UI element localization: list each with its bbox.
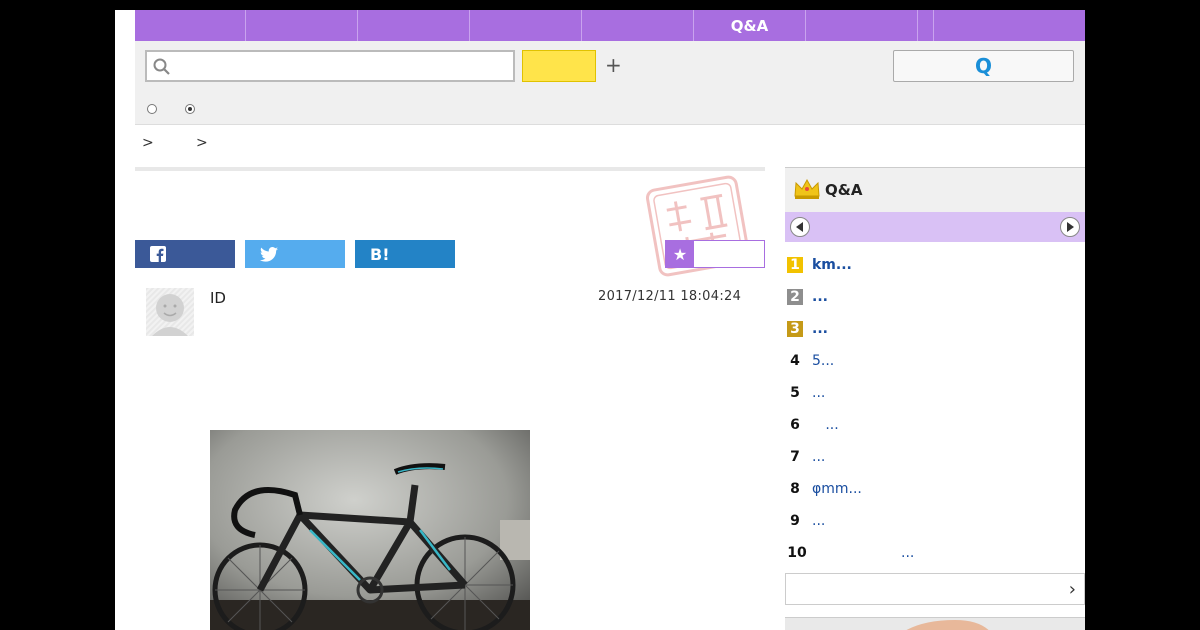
ranking-item-9[interactable]: 9... — [785, 510, 1085, 542]
twitter-share-button[interactable] — [245, 240, 345, 268]
rank-number: 3 — [787, 321, 803, 337]
hatena-label: B! — [370, 244, 390, 264]
rank-number: 4 — [790, 353, 800, 369]
favorite-button[interactable]: ★ — [665, 240, 765, 268]
radio-option-1[interactable] — [147, 104, 157, 114]
radio-option-2[interactable] — [185, 104, 195, 114]
rank-number: 10 — [787, 545, 807, 561]
rank-number: 5 — [790, 385, 800, 401]
facebook-share-button[interactable] — [135, 240, 235, 268]
nav-item-qa[interactable]: Q&A — [694, 10, 806, 41]
nav-item-9[interactable] — [934, 10, 1085, 41]
nav-item-4[interactable] — [470, 10, 582, 41]
bicycle-photo[interactable] — [210, 430, 530, 630]
ranking-more-button[interactable]: › — [785, 573, 1085, 605]
nav-item-3[interactable] — [358, 10, 470, 41]
nav-item-8[interactable] — [918, 10, 934, 41]
ask-question-button[interactable]: Q — [893, 50, 1074, 82]
rank-number: 9 — [790, 513, 800, 529]
search-submit-button[interactable] — [522, 50, 596, 82]
chevron-right-icon: › — [1068, 579, 1076, 600]
rank-link[interactable]: ... — [812, 289, 828, 305]
avatar — [146, 288, 194, 336]
rank-link[interactable]: ... — [812, 513, 825, 529]
ranking-item-3[interactable]: 3... — [785, 318, 1085, 350]
breadcrumb-separator: > — [142, 135, 154, 151]
twitter-bird-icon — [260, 246, 278, 262]
rank-link[interactable]: ... — [812, 321, 828, 337]
nav-item-7[interactable] — [806, 10, 918, 41]
qa-ranking-panel: Q&A 1 km... 2... 3... 4 5... 5... 6 ... 7.… — [785, 167, 1085, 630]
nav-item-5[interactable] — [582, 10, 694, 41]
facebook-icon — [150, 246, 166, 262]
post-timestamp: 2017/12/11 18:04:24 — [598, 289, 742, 304]
rank-number: 6 — [790, 417, 800, 433]
ad-banner[interactable] — [785, 617, 1085, 630]
hatena-bookmark-button[interactable]: B! — [355, 240, 455, 268]
rank-link[interactable]: ... — [812, 417, 838, 433]
user-id: ID — [210, 289, 226, 307]
ranking-item-2[interactable]: 2... — [785, 286, 1085, 318]
top-nav: Q&A — [135, 10, 1085, 41]
ranking-title: Q&A — [825, 181, 863, 199]
search-bar: + Q — [135, 41, 1085, 125]
rank-number: 2 — [787, 289, 803, 305]
ad-image — [906, 620, 989, 630]
search-icon — [153, 58, 170, 75]
search-box — [145, 50, 515, 82]
ranking-item-1[interactable]: 1 km... — [785, 254, 1085, 286]
divider — [135, 167, 765, 171]
triangle-left-icon — [796, 222, 803, 232]
rank-number: 8 — [790, 481, 800, 497]
ranking-header: Q&A — [785, 167, 1085, 212]
rank-link[interactable]: ... — [812, 545, 914, 561]
next-arrow-button[interactable] — [1060, 217, 1080, 237]
rank-link[interactable]: ... — [812, 449, 825, 465]
ranking-item-4[interactable]: 4 5... — [785, 350, 1085, 382]
ranking-item-5[interactable]: 5... — [785, 382, 1085, 414]
rank-link[interactable]: 5... — [812, 353, 834, 369]
nav-item-1[interactable] — [135, 10, 246, 41]
plus-icon[interactable]: + — [605, 55, 622, 75]
rank-link[interactable]: ... — [812, 385, 825, 401]
star-icon: ★ — [666, 241, 694, 267]
ranking-item-8[interactable]: 8 φmm... — [785, 478, 1085, 510]
breadcrumb-separator: > — [196, 135, 208, 151]
rank-link[interactable]: φmm... — [812, 481, 862, 497]
ranking-list: 1 km... 2... 3... 4 5... 5... 6 ... 7... 8… — [785, 254, 1085, 574]
nav-item-2[interactable] — [246, 10, 358, 41]
crown-icon — [794, 178, 820, 199]
triangle-right-icon — [1067, 222, 1074, 232]
rank-link[interactable]: km... — [812, 257, 852, 273]
rank-number: 7 — [790, 449, 800, 465]
rank-number: 1 — [787, 257, 803, 273]
search-input[interactable] — [177, 54, 511, 80]
ranking-item-10[interactable]: 10 ... — [785, 542, 1085, 574]
ranking-tabs — [785, 212, 1085, 242]
page: Q&A + Q > > B! ★ ID 2017/12/11 18:04:24 … — [115, 10, 1085, 630]
ranking-item-7[interactable]: 7... — [785, 446, 1085, 478]
ranking-item-6[interactable]: 6 ... — [785, 414, 1085, 446]
prev-arrow-button[interactable] — [790, 217, 810, 237]
